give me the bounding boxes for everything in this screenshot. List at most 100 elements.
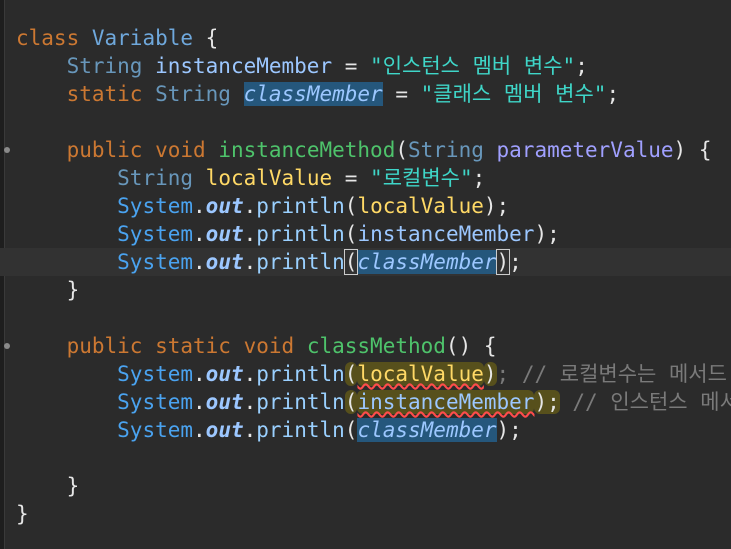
code-token: } bbox=[16, 278, 80, 302]
code-token: ; // 로컬변수는 메서드 bbox=[496, 362, 727, 386]
code-line[interactable]: System.out.println(localValue); // 로컬변수는… bbox=[0, 360, 731, 388]
code-token: void bbox=[243, 334, 295, 358]
code-line[interactable]: String localValue = "로컬변수"; bbox=[0, 164, 731, 192]
code-token: void bbox=[155, 138, 206, 162]
code-text: System.out.println(instanceMember); bbox=[16, 220, 560, 248]
code-token: instanceMember bbox=[357, 390, 535, 414]
fold-toggle-icon[interactable] bbox=[4, 343, 10, 349]
code-line[interactable]: } bbox=[0, 500, 731, 528]
code-token: ); bbox=[496, 418, 522, 442]
code-token: ( bbox=[344, 362, 358, 386]
code-line[interactable]: String instanceMember = "인스턴스 멤버 변수"; bbox=[0, 52, 731, 80]
code-token: . bbox=[243, 222, 257, 246]
code-line[interactable]: System.out.println(instanceMember); bbox=[0, 220, 731, 248]
code-token: classMethod bbox=[306, 334, 446, 358]
code-token: . bbox=[243, 390, 257, 414]
code-token: . bbox=[193, 222, 206, 246]
code-token: } bbox=[16, 474, 80, 498]
code-token: String bbox=[155, 82, 231, 106]
code-token: out bbox=[205, 222, 244, 246]
code-line[interactable]: System.out.println(classMember); bbox=[0, 248, 731, 276]
code-token: out bbox=[205, 390, 244, 414]
code-line[interactable]: System.out.println(instanceMember); // 인… bbox=[0, 388, 731, 416]
code-token: = bbox=[332, 166, 371, 190]
code-line[interactable] bbox=[0, 108, 731, 136]
code-token: out bbox=[205, 250, 244, 274]
code-token: String bbox=[66, 54, 143, 78]
code-text: } bbox=[16, 276, 80, 304]
code-token: ) bbox=[483, 362, 497, 386]
code-token: ( bbox=[344, 194, 358, 218]
code-token: parameterValue bbox=[496, 138, 674, 162]
code-line[interactable]: public static void classMethod() { bbox=[0, 332, 731, 360]
code-token: ( bbox=[344, 418, 358, 442]
code-text: System.out.println(localValue); // 로컬변수는… bbox=[16, 360, 727, 388]
code-token: "클래스 멤버 변수" bbox=[420, 82, 607, 106]
code-token: println bbox=[256, 390, 345, 414]
code-line[interactable] bbox=[0, 304, 731, 332]
code-text: System.out.println(localValue); bbox=[16, 192, 509, 220]
code-line[interactable]: System.out.println(classMember); bbox=[0, 416, 731, 444]
code-token: static bbox=[66, 82, 143, 106]
code-token: . bbox=[243, 362, 257, 386]
code-line[interactable]: } bbox=[0, 472, 731, 500]
code-line[interactable]: } bbox=[0, 276, 731, 304]
code-editor[interactable]: class Variable { String instanceMember =… bbox=[0, 0, 731, 549]
code-text: System.out.println(classMember); bbox=[16, 416, 522, 444]
code-token: localValue bbox=[357, 194, 484, 218]
code-text: String instanceMember = "인스턴스 멤버 변수"; bbox=[16, 52, 588, 80]
code-line[interactable]: static String classMember = "클래스 멤버 변수"; bbox=[0, 80, 731, 108]
code-token: ( bbox=[395, 138, 408, 162]
code-token: . bbox=[193, 362, 206, 386]
code-line[interactable]: System.out.println(localValue); bbox=[0, 192, 731, 220]
code-token: . bbox=[243, 194, 257, 218]
code-token: println bbox=[256, 250, 345, 274]
code-token: = bbox=[332, 54, 371, 78]
code-token: instanceMethod bbox=[218, 138, 396, 162]
code-token: println bbox=[256, 194, 345, 218]
code-token: ; bbox=[606, 82, 620, 106]
code-token: instanceMember bbox=[357, 222, 535, 246]
code-token: . bbox=[243, 250, 257, 274]
code-token: () { bbox=[445, 334, 497, 358]
code-line[interactable]: public void instanceMethod(String parame… bbox=[0, 136, 731, 164]
code-token: . bbox=[193, 250, 206, 274]
code-token: System bbox=[117, 418, 194, 442]
code-line[interactable]: class Variable { bbox=[0, 24, 731, 52]
code-token: public bbox=[66, 138, 143, 162]
code-line[interactable] bbox=[0, 444, 731, 472]
code-text: System.out.println(instanceMember); // 인… bbox=[16, 388, 731, 416]
code-token: ); bbox=[534, 390, 560, 414]
code-token: { bbox=[193, 26, 219, 50]
fold-toggle-icon[interactable] bbox=[4, 147, 10, 153]
code-token: ; bbox=[472, 166, 486, 190]
code-text: static String classMember = "클래스 멤버 변수"; bbox=[16, 80, 619, 108]
code-token: localValue bbox=[205, 166, 333, 190]
code-token: ; bbox=[509, 250, 522, 274]
code-text: public void instanceMethod(String parame… bbox=[16, 136, 712, 164]
code-token: classMember bbox=[243, 82, 383, 106]
code-token: ); bbox=[534, 222, 560, 246]
code-token: println bbox=[256, 418, 345, 442]
code-token: classMember bbox=[357, 418, 497, 442]
code-token: . bbox=[243, 418, 257, 442]
code-token: System bbox=[117, 250, 194, 274]
code-text: public static void classMethod() { bbox=[16, 332, 497, 360]
